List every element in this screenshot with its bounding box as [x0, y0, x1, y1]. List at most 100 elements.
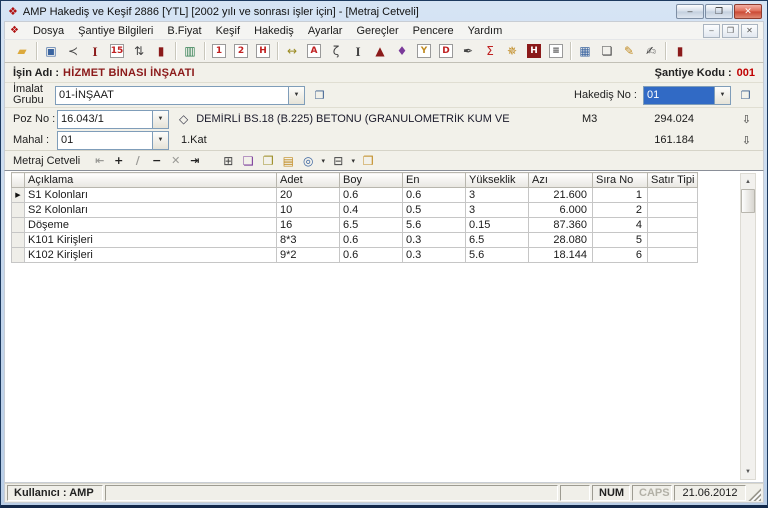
- page-2-icon[interactable]: 2: [230, 41, 252, 61]
- form-window-icon[interactable]: ▣: [40, 41, 62, 61]
- menu-gerecler[interactable]: Gereçler: [349, 23, 405, 39]
- first-record-icon[interactable]: ⇤: [90, 153, 109, 169]
- cell[interactable]: 6.5: [340, 218, 403, 233]
- hakedis-no-value[interactable]: 01: [644, 87, 714, 104]
- ruler-icon[interactable]: ↔: [281, 41, 303, 61]
- cell[interactable]: 6.5: [466, 233, 529, 248]
- cancel-edit-icon[interactable]: ✕: [166, 153, 185, 169]
- column-header-adet[interactable]: Adet: [277, 173, 340, 188]
- cell[interactable]: [648, 248, 698, 263]
- restore-button[interactable]: ❐: [705, 4, 733, 19]
- exit-book-icon[interactable]: ▮: [669, 41, 691, 61]
- menu-santiye-bilgileri[interactable]: Şantiye Bilgileri: [71, 23, 160, 39]
- column-header-en[interactable]: En: [403, 173, 466, 188]
- last-record-icon[interactable]: ⇥: [185, 153, 204, 169]
- mdi-minimize-button[interactable]: –: [703, 24, 720, 38]
- cell[interactable]: 3: [466, 188, 529, 203]
- cell[interactable]: 0.3: [403, 248, 466, 263]
- column-header-yukseklik[interactable]: Yükseklik: [466, 173, 529, 188]
- print-preview-icon[interactable]: ◎: [298, 152, 318, 169]
- menu-hakedis[interactable]: Hakediş: [247, 23, 301, 39]
- cell[interactable]: 1: [593, 188, 648, 203]
- page-h-icon[interactable]: H: [252, 41, 274, 61]
- mdi-restore-button[interactable]: ❐: [722, 24, 739, 38]
- cell[interactable]: [648, 188, 698, 203]
- cell[interactable]: 18.144: [529, 248, 593, 263]
- close-button[interactable]: ✕: [734, 4, 762, 19]
- cell[interactable]: 20: [277, 188, 340, 203]
- mdi-close-button[interactable]: ✕: [741, 24, 758, 38]
- cell[interactable]: 0.3: [403, 233, 466, 248]
- cell[interactable]: 0.6: [340, 188, 403, 203]
- print-icon[interactable]: ⊟: [328, 152, 348, 169]
- menu-ayarlar[interactable]: Ayarlar: [301, 23, 350, 39]
- cell[interactable]: 8*3: [277, 233, 340, 248]
- cell[interactable]: 87.360: [529, 218, 593, 233]
- page-d-icon[interactable]: D: [435, 41, 457, 61]
- page-1-icon[interactable]: 1: [208, 41, 230, 61]
- page-a-icon[interactable]: A: [303, 41, 325, 61]
- table-row[interactable]: ▶ S1 Kolonları 20 0.6 0.6 3 21.600 1: [12, 188, 698, 203]
- cell[interactable]: 0.6: [340, 233, 403, 248]
- cell[interactable]: K102 Kirişleri: [25, 248, 277, 263]
- hakedis-no-combobox[interactable]: 01 ▼: [643, 86, 731, 105]
- column-icon[interactable]: Ι: [84, 41, 106, 61]
- imalat-grubu-dropdown-icon[interactable]: ▼: [288, 87, 304, 104]
- preview-dropdown-icon[interactable]: ▾: [318, 152, 328, 169]
- menu-yardim[interactable]: Yardım: [461, 23, 510, 39]
- paste-icon[interactable]: ❐: [258, 152, 278, 169]
- open-folder-icon[interactable]: ▰: [11, 41, 33, 61]
- cell[interactable]: 3: [466, 203, 529, 218]
- cell[interactable]: 0.4: [340, 203, 403, 218]
- cell[interactable]: 5.6: [403, 218, 466, 233]
- wand-icon[interactable]: ✵: [501, 41, 523, 61]
- poz-no-dropdown-icon[interactable]: ▼: [152, 111, 168, 128]
- library-icon[interactable]: ▥: [179, 41, 201, 61]
- duplicate-icon[interactable]: ❒: [358, 152, 378, 169]
- signature-icon[interactable]: ✍: [640, 41, 662, 61]
- print-dropdown-icon[interactable]: ▾: [348, 152, 358, 169]
- menu-dosya[interactable]: Dosya: [26, 23, 71, 39]
- cell[interactable]: S2 Kolonları: [25, 203, 277, 218]
- column-header-azi[interactable]: Azı: [529, 173, 593, 188]
- layout-columns-icon[interactable]: ⊞: [218, 152, 238, 169]
- minimize-button[interactable]: –: [676, 4, 704, 19]
- cell[interactable]: K101 Kirişleri: [25, 233, 277, 248]
- ink-icon[interactable]: ♦: [391, 41, 413, 61]
- add-record-icon[interactable]: +: [109, 153, 128, 169]
- mdi-system-icon[interactable]: ❖: [10, 25, 19, 36]
- imalat-grubu-combobox[interactable]: 01-İNŞAAT ▼: [55, 86, 305, 105]
- hakedis-no-open-form-icon[interactable]: ❐: [736, 86, 755, 104]
- imalat-grubu-open-form-icon[interactable]: ❐: [310, 86, 329, 104]
- calendar-15-icon[interactable]: 15: [106, 41, 128, 61]
- cell[interactable]: 10: [277, 203, 340, 218]
- mahal-transfer-down-icon[interactable]: ⇩: [738, 132, 755, 148]
- menu-bfiyat[interactable]: B.Fiyat: [160, 23, 208, 39]
- book-icon[interactable]: ▮: [150, 41, 172, 61]
- cell[interactable]: 6: [593, 248, 648, 263]
- cell[interactable]: S1 Kolonları: [25, 188, 277, 203]
- sum-list-icon[interactable]: Σ: [479, 41, 501, 61]
- cell[interactable]: 4: [593, 218, 648, 233]
- menu-kesif[interactable]: Keşif: [209, 23, 247, 39]
- pen-icon[interactable]: ✎: [618, 41, 640, 61]
- cell[interactable]: 6.000: [529, 203, 593, 218]
- menu-pencere[interactable]: Pencere: [406, 23, 461, 39]
- cell[interactable]: [648, 203, 698, 218]
- delete-record-icon[interactable]: −: [147, 153, 166, 169]
- cell[interactable]: 0.6: [340, 248, 403, 263]
- column-header-boy[interactable]: Boy: [340, 173, 403, 188]
- cell[interactable]: 0.6: [403, 188, 466, 203]
- cell[interactable]: [648, 218, 698, 233]
- cell[interactable]: 0.15: [466, 218, 529, 233]
- column-header-sira-no[interactable]: Sıra No: [593, 173, 648, 188]
- edit-record-icon[interactable]: ∕: [128, 153, 147, 169]
- table-row[interactable]: S2 Kolonları 10 0.4 0.5 3 6.000 2: [12, 203, 698, 218]
- resize-grip[interactable]: [748, 488, 761, 501]
- cell[interactable]: 5.6: [466, 248, 529, 263]
- tree-branch-icon[interactable]: ≺: [62, 41, 84, 61]
- calculator-icon[interactable]: ▦: [574, 41, 596, 61]
- roof-icon[interactable]: ▲: [369, 41, 391, 61]
- cell[interactable]: Döşeme: [25, 218, 277, 233]
- cell[interactable]: 9*2: [277, 248, 340, 263]
